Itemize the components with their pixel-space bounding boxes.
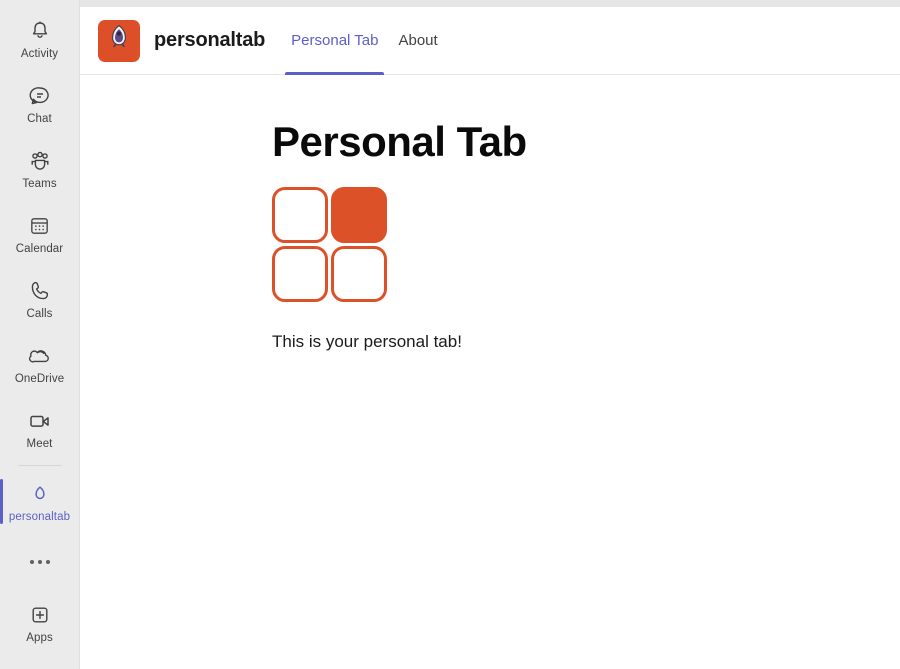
sidebar-item-label: personaltab [8, 510, 71, 523]
page-title: Personal Tab [272, 118, 527, 165]
personaltab-rocket-icon [29, 480, 51, 508]
tab-label: About [398, 32, 438, 49]
grid-cell-bottom-left [272, 246, 328, 302]
grid-cell-top-right [331, 187, 387, 243]
main-pane: personaltab Personal Tab About Personal … [80, 0, 900, 669]
sidebar-item-onedrive[interactable]: OneDrive [0, 331, 80, 396]
sidebar-item-activity[interactable]: Activity [0, 6, 80, 71]
app-rail-sidebar: Activity Chat Teams Calendar Calls OneDr… [0, 0, 80, 669]
app-tab-strip: Personal Tab About [281, 7, 448, 75]
tab-personal-tab[interactable]: Personal Tab [281, 7, 388, 75]
app-logo [98, 19, 140, 62]
grid-cell-top-left [272, 187, 328, 243]
sidebar-item-label: Activity [20, 47, 59, 60]
sidebar-item-label: OneDrive [14, 372, 65, 385]
tab-label: Personal Tab [291, 32, 379, 49]
sidebar-item-label: Meet [26, 437, 53, 450]
sidebar-item-label: Chat [27, 112, 52, 125]
sidebar-item-label: Apps [26, 631, 53, 644]
onedrive-cloud-icon [27, 342, 53, 370]
app-title: personaltab [154, 29, 266, 51]
teams-app-window: Activity Chat Teams Calendar Calls OneDr… [0, 0, 900, 669]
sidebar-item-teams[interactable]: Teams [0, 136, 80, 201]
four-square-grid-icon [272, 187, 390, 305]
calendar-icon [28, 212, 51, 240]
grid-cell-bottom-right [331, 246, 387, 302]
sidebar-item-calls[interactable]: Calls [0, 266, 80, 331]
sidebar-item-apps[interactable]: Apps [0, 590, 80, 655]
teams-icon [27, 147, 53, 175]
more-ellipsis-icon [29, 560, 50, 564]
sidebar-item-label: Calendar [15, 242, 64, 255]
tab-content-area: Personal Tab This is your personal tab! [80, 75, 900, 669]
app-rocket-icon [106, 23, 132, 58]
sidebar-item-personaltab[interactable]: personaltab [0, 469, 80, 534]
chat-icon [28, 82, 52, 110]
video-camera-icon [27, 407, 53, 435]
app-header-bar: personaltab Personal Tab About [80, 7, 900, 75]
sidebar-item-calendar[interactable]: Calendar [0, 201, 80, 266]
sidebar-more-button[interactable] [0, 534, 80, 590]
sidebar-item-label: Calls [26, 307, 53, 320]
plus-square-icon [28, 601, 52, 629]
tab-about[interactable]: About [388, 7, 447, 75]
sidebar-divider [17, 465, 62, 466]
phone-icon [28, 277, 52, 305]
sidebar-item-chat[interactable]: Chat [0, 71, 80, 136]
window-top-strip [80, 0, 900, 7]
sidebar-item-meet[interactable]: Meet [0, 396, 80, 461]
page-body-text: This is your personal tab! [272, 332, 462, 351]
sidebar-item-label: Teams [22, 177, 57, 190]
bell-icon [28, 17, 52, 45]
